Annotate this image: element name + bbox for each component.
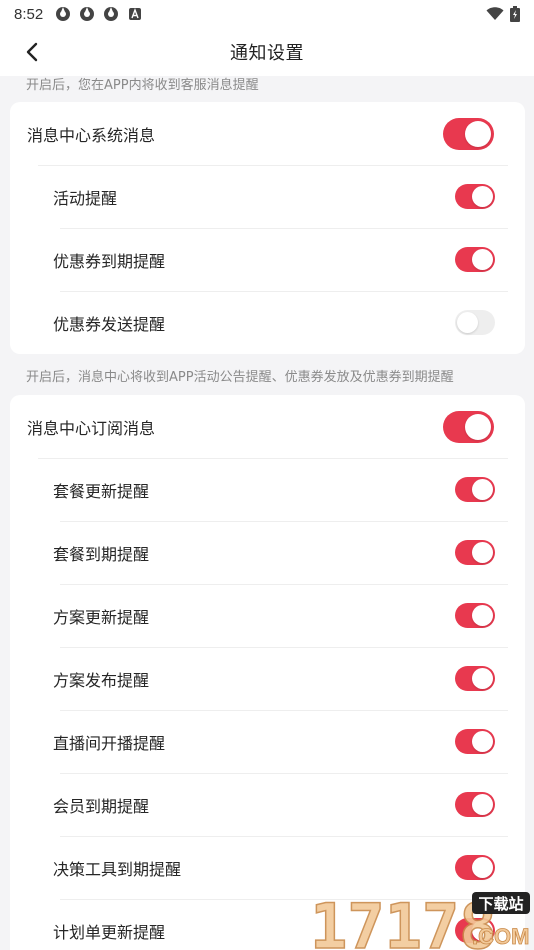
system-messages-card: 消息中心系统消息 活动提醒 优惠券到期提醒 优惠券发送提醒 (10, 102, 525, 354)
plan-update-label: 方案更新提醒 (53, 607, 150, 627)
plan-publish-toggle[interactable] (455, 666, 495, 691)
system-master-label: 消息中心系统消息 (27, 125, 156, 145)
toggle-knob (472, 731, 493, 752)
coupon-send-toggle[interactable] (455, 310, 495, 335)
coupon-expiry-toggle[interactable] (455, 247, 495, 272)
subscription-item-row: 会员到期提醒 (10, 773, 525, 836)
toggle-knob (465, 120, 491, 147)
plan-sheet-update-label: 计划单更新提醒 (53, 922, 166, 942)
coupon-expiry-label: 优惠券到期提醒 (53, 251, 166, 271)
page-title: 通知设置 (230, 43, 304, 64)
status-bar: 8:52 (0, 0, 534, 28)
a-badge-icon (129, 8, 142, 20)
system-item-row: 优惠券发送提醒 (10, 291, 525, 354)
subscription-section-hint: 开启后，消息中心将收到APP活动公告提醒、优惠券发放及优惠券到期提醒 (26, 370, 454, 385)
plan-sheet-update-toggle[interactable] (455, 918, 495, 943)
subscription-item-row: 方案发布提醒 (10, 647, 525, 710)
package-update-label: 套餐更新提醒 (53, 481, 150, 501)
toggle-knob (472, 668, 493, 689)
status-time: 8:52 (14, 5, 44, 23)
system-item-row: 活动提醒 (10, 165, 525, 228)
battery-icon (510, 6, 520, 22)
coupon-send-label: 优惠券发送提醒 (53, 314, 166, 334)
plan-publish-label: 方案发布提醒 (53, 670, 150, 690)
toggle-knob (472, 186, 493, 207)
membership-expiry-label: 会员到期提醒 (53, 796, 150, 816)
system-section-hint: 开启后，您在APP内将收到客服消息提醒 (26, 78, 259, 93)
toggle-knob (472, 794, 493, 815)
wifi-icon (486, 7, 504, 20)
app-notification-icon (80, 7, 95, 21)
subscription-master-label: 消息中心订阅消息 (27, 418, 156, 438)
subscription-item-row: 套餐更新提醒 (10, 458, 525, 521)
toggle-knob (472, 542, 493, 563)
system-master-row: 消息中心系统消息 (10, 102, 525, 165)
subscription-item-row: 计划单更新提醒 (10, 899, 525, 950)
live-start-label: 直播间开播提醒 (53, 733, 166, 753)
decision-tool-expiry-label: 决策工具到期提醒 (53, 859, 182, 879)
subscription-master-row: 消息中心订阅消息 (10, 395, 525, 458)
package-expiry-toggle[interactable] (455, 540, 495, 565)
toggle-knob (472, 479, 493, 500)
subscription-item-row: 套餐到期提醒 (10, 521, 525, 584)
app-notification-icon (56, 7, 71, 21)
subscription-master-toggle[interactable] (443, 410, 494, 443)
app-notification-icon (104, 7, 119, 21)
package-expiry-label: 套餐到期提醒 (53, 544, 150, 564)
system-item-row: 优惠券到期提醒 (10, 228, 525, 291)
back-button[interactable] (20, 40, 44, 64)
activity-reminder-label: 活动提醒 (53, 188, 118, 208)
live-start-toggle[interactable] (455, 729, 495, 754)
system-master-toggle[interactable] (443, 117, 494, 150)
subscription-item-row: 决策工具到期提醒 (10, 836, 525, 899)
plan-update-toggle[interactable] (455, 603, 495, 628)
toggle-knob (472, 605, 493, 626)
subscription-item-row: 直播间开播提醒 (10, 710, 525, 773)
subscription-messages-card: 消息中心订阅消息 套餐更新提醒 套餐到期提醒 方案更新提醒 方案发布提醒 直播间… (10, 395, 525, 950)
toggle-knob (465, 413, 491, 440)
toggle-knob (472, 920, 493, 941)
subscription-item-row: 方案更新提醒 (10, 584, 525, 647)
nav-header: 通知设置 (0, 28, 534, 76)
toggle-knob (457, 312, 478, 333)
toggle-knob (472, 249, 493, 270)
package-update-toggle[interactable] (455, 477, 495, 502)
chevron-left-icon (26, 42, 38, 62)
membership-expiry-toggle[interactable] (455, 792, 495, 817)
decision-tool-expiry-toggle[interactable] (455, 855, 495, 880)
activity-reminder-toggle[interactable] (455, 184, 495, 209)
toggle-knob (472, 857, 493, 878)
